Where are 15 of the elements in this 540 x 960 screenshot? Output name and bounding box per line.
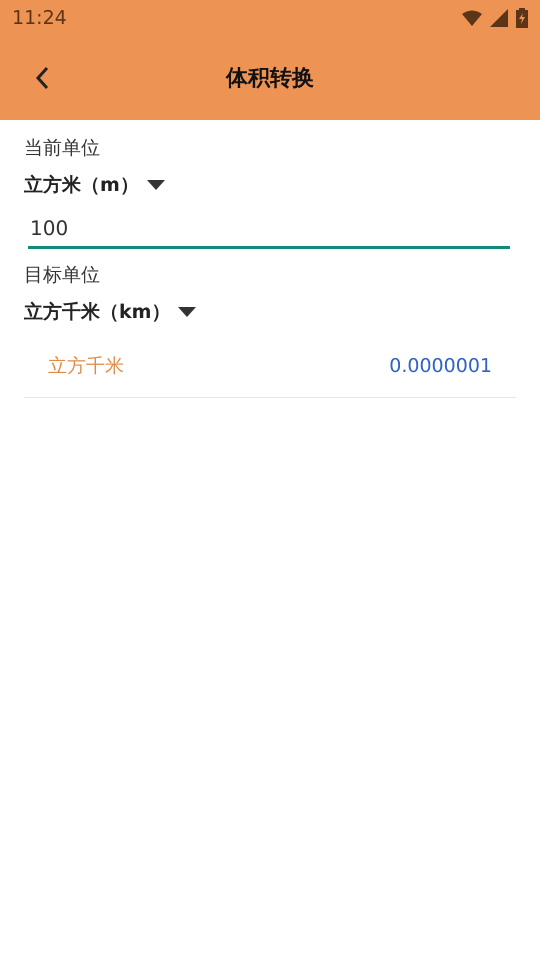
current-unit-dropdown[interactable]: 立方米（m） xyxy=(24,170,165,199)
back-icon xyxy=(35,66,49,90)
dropdown-caret-icon xyxy=(178,306,196,317)
result-unit: 立方千米 xyxy=(48,354,124,380)
value-input[interactable]: 100 xyxy=(28,209,510,249)
result-value: 0.0000001 xyxy=(389,354,492,380)
target-unit-dropdown[interactable]: 立方千米（km） xyxy=(24,298,196,326)
signal-icon xyxy=(490,9,508,27)
battery-icon xyxy=(516,8,528,28)
target-unit-label: 目标单位 xyxy=(24,263,101,288)
wifi-icon xyxy=(462,10,482,26)
page-title: 体积转换 xyxy=(226,64,314,92)
dropdown-caret-icon xyxy=(146,180,165,190)
status-time: 11:24 xyxy=(12,6,67,31)
current-unit-label: 当前单位 xyxy=(24,136,101,161)
